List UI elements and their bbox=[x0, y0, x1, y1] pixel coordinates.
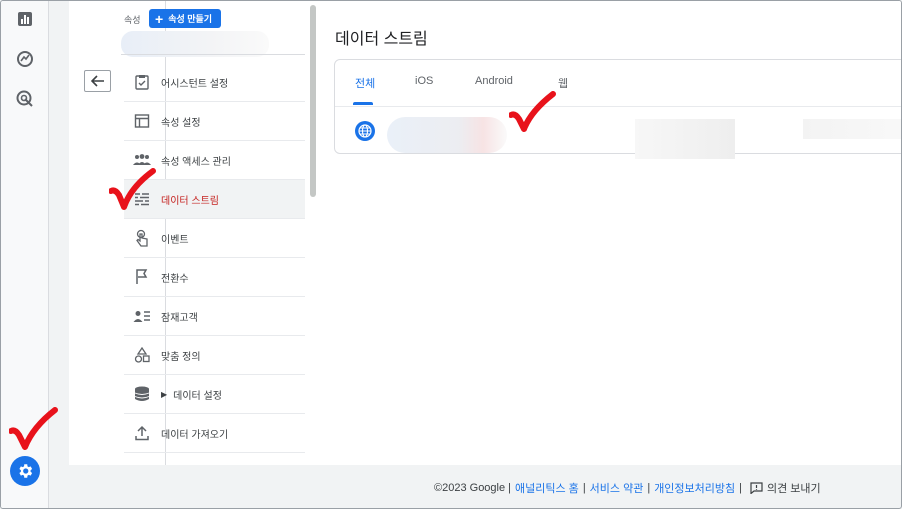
shapes-icon bbox=[133, 346, 151, 364]
menu-label: 잠재고객 bbox=[161, 312, 198, 324]
active-tab-indicator bbox=[353, 102, 373, 105]
explore-icon[interactable] bbox=[13, 47, 37, 71]
stream-id-redacted bbox=[803, 119, 901, 139]
menu-item-property-settings[interactable]: 속성 설정 bbox=[124, 102, 305, 141]
touch-icon bbox=[133, 229, 151, 247]
menu-label: 맞춤 정의 bbox=[161, 351, 201, 363]
expand-caret-icon[interactable]: ▶ bbox=[161, 390, 167, 399]
database-icon bbox=[133, 385, 151, 403]
menu-item-data-settings[interactable]: ▶ 데이터 설정 bbox=[124, 375, 305, 414]
menu-item-events[interactable]: 이벤트 bbox=[124, 219, 305, 258]
menu-item-audiences[interactable]: 잠재고객 bbox=[124, 297, 305, 336]
menu-item-data-import[interactable]: 데이터 가져오기 bbox=[124, 414, 305, 453]
arrow-left-icon bbox=[90, 75, 104, 87]
data-streams-card: 전체 iOS Android 웹 bbox=[334, 59, 901, 159]
send-feedback-link[interactable]: 의견 보내기 bbox=[767, 480, 821, 496]
audience-icon bbox=[133, 307, 151, 325]
globe-icon bbox=[355, 121, 375, 141]
menu-scrollbar[interactable] bbox=[310, 5, 316, 197]
admin-panel: 속성 + 속성 만들기 어시스턴트 설정 속성 설정 속성 액세스 관리 데이터… bbox=[69, 1, 901, 465]
menu-label: 속성 액세스 관리 bbox=[161, 156, 231, 168]
menu-item-custom-definitions[interactable]: 맞춤 정의 bbox=[124, 336, 305, 375]
tab-android[interactable]: Android bbox=[475, 75, 513, 87]
page-title: 데이터 스트림 bbox=[335, 31, 428, 48]
footer-separator: | bbox=[739, 482, 743, 494]
upload-icon bbox=[133, 424, 151, 442]
divider bbox=[121, 54, 305, 55]
menu-label: 이벤트 bbox=[161, 234, 189, 246]
create-property-label: 속성 만들기 bbox=[168, 14, 213, 24]
menu-label: 어시스턴트 설정 bbox=[161, 78, 229, 90]
property-settings-icon bbox=[133, 112, 151, 130]
footer: ©2023 Google | 애널리틱스 홈 | 서비스 약관 | 개인정보처리… bbox=[434, 480, 821, 496]
checklist-icon bbox=[133, 73, 151, 91]
people-icon bbox=[133, 151, 151, 169]
menu-item-data-streams[interactable]: 데이터 스트림 bbox=[124, 180, 305, 219]
feedback-icon[interactable] bbox=[750, 482, 763, 494]
left-nav-rail bbox=[1, 1, 49, 508]
create-property-button[interactable]: + 속성 만들기 bbox=[149, 9, 222, 28]
tab-ios[interactable]: iOS bbox=[415, 75, 433, 87]
tab-all[interactable]: 전체 bbox=[355, 75, 375, 91]
menu-item-setup-assistant[interactable]: 어시스턴트 설정 bbox=[124, 63, 305, 102]
back-button[interactable] bbox=[84, 70, 111, 92]
menu-label: 데이터 설정 bbox=[173, 390, 222, 402]
menu-label: 데이터 가져오기 bbox=[161, 429, 229, 441]
data-stream-icon bbox=[133, 190, 151, 208]
copyright: ©2023 Google | bbox=[434, 482, 512, 494]
stream-name-redacted bbox=[387, 117, 507, 153]
plus-icon: + bbox=[155, 10, 164, 27]
privacy-link[interactable]: 개인정보처리방침 bbox=[654, 480, 735, 496]
analytics-home-link[interactable]: 애널리틱스 홈 bbox=[515, 480, 579, 496]
terms-link[interactable]: 서비스 약관 bbox=[590, 480, 644, 496]
stream-row[interactable] bbox=[335, 107, 901, 159]
app-window: 속성 + 속성 만들기 어시스턴트 설정 속성 설정 속성 액세스 관리 데이터… bbox=[0, 0, 902, 509]
menu-item-conversions[interactable]: 전환수 bbox=[124, 258, 305, 297]
flag-icon bbox=[133, 268, 151, 286]
menu-label: 데이터 스트림 bbox=[161, 195, 219, 207]
stream-url-redacted bbox=[635, 119, 735, 159]
menu-label: 속성 설정 bbox=[161, 117, 201, 129]
property-label: 속성 bbox=[124, 15, 141, 25]
advertising-icon[interactable] bbox=[13, 87, 37, 111]
admin-gear-icon[interactable] bbox=[10, 456, 40, 486]
menu-item-access-management[interactable]: 속성 액세스 관리 bbox=[124, 141, 305, 180]
platform-tabs: 전체 iOS Android 웹 bbox=[335, 60, 901, 106]
tab-web[interactable]: 웹 bbox=[558, 75, 568, 91]
property-menu: 어시스턴트 설정 속성 설정 속성 액세스 관리 데이터 스트림 이벤트 전환수… bbox=[124, 63, 305, 453]
reports-icon[interactable] bbox=[13, 7, 37, 31]
menu-label: 전환수 bbox=[161, 273, 189, 285]
footer-separator: | bbox=[647, 482, 651, 494]
footer-separator: | bbox=[582, 482, 586, 494]
